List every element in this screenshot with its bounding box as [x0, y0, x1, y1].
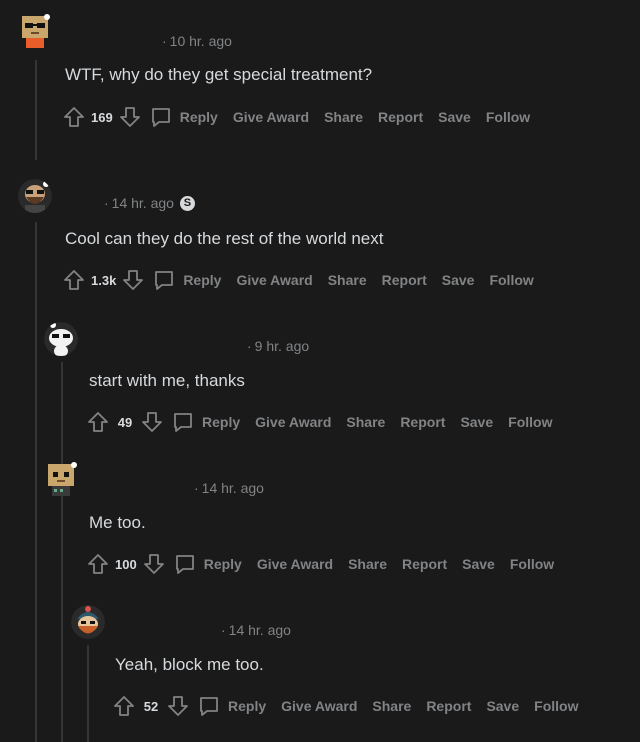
upvote-icon[interactable] [113, 695, 135, 717]
comment-body: Cool can they do the rest of the world n… [65, 229, 384, 248]
share-button[interactable]: Share [372, 698, 411, 714]
comment-body: WTF, why do they get special treatment? [65, 65, 373, 84]
follow-button[interactable]: Follow [486, 109, 530, 125]
comment-meta: 14 hr. ago [194, 480, 264, 496]
timestamp[interactable]: 14 hr. ago [221, 622, 291, 638]
save-button[interactable]: Save [438, 109, 471, 125]
follow-button[interactable]: Follow [534, 698, 578, 714]
comment-meta: 10 hr. ago [162, 33, 232, 49]
give-award-button[interactable]: Give Award [281, 698, 357, 714]
downvote-icon[interactable] [167, 695, 189, 717]
report-button[interactable]: Report [382, 272, 427, 288]
give-award-button[interactable]: Give Award [233, 109, 309, 125]
user-avatar[interactable] [18, 14, 52, 48]
give-award-button[interactable]: Give Award [255, 414, 331, 430]
comment-bubble-icon [151, 108, 170, 127]
comment-actions: 49 Reply Give Award Share Report Save Fo… [87, 410, 567, 434]
reply-button[interactable]: Reply [173, 552, 242, 576]
vote-group: 169 [63, 106, 141, 128]
share-button[interactable]: Share [324, 109, 363, 125]
vote-score: 100 [115, 556, 137, 572]
user-badge[interactable]: S [179, 195, 195, 211]
vote-group: 1.3k [63, 269, 144, 291]
save-button[interactable]: Save [462, 556, 495, 572]
thread-line[interactable] [61, 505, 63, 742]
downvote-icon[interactable] [119, 106, 141, 128]
timestamp[interactable]: 10 hr. ago [162, 33, 232, 49]
box-head-sunglasses-avatar-icon [22, 14, 50, 48]
user-avatar[interactable] [44, 462, 78, 496]
thread-line[interactable] [87, 645, 89, 742]
comment-bubble-icon [175, 555, 194, 574]
reply-label: Reply [202, 414, 241, 430]
share-button[interactable]: Share [348, 556, 387, 572]
bearded-sunglasses-avatar-icon [18, 179, 52, 213]
comment-meta: 14 hr. ago S [104, 195, 195, 211]
beanie-bearded-avatar-icon [71, 605, 105, 639]
vote-score: 49 [117, 414, 133, 430]
reply-button[interactable]: Reply [152, 268, 221, 292]
upvote-icon[interactable] [87, 411, 109, 433]
vote-score: 52 [143, 698, 159, 714]
reply-button[interactable]: Reply [171, 410, 240, 434]
report-button[interactable]: Report [426, 698, 471, 714]
reply-label: Reply [179, 109, 218, 125]
comment-actions: 100 Reply Give Award Share Report Save F… [87, 552, 569, 576]
downvote-icon[interactable] [122, 269, 144, 291]
report-button[interactable]: Report [378, 109, 423, 125]
comment-meta: 14 hr. ago [221, 622, 291, 638]
comment-body: Yeah, block me too. [115, 655, 264, 674]
follow-button[interactable]: Follow [510, 556, 554, 572]
comment-body: Me too. [89, 513, 146, 532]
give-award-button[interactable]: Give Award [257, 556, 333, 572]
thread-line[interactable] [35, 222, 37, 742]
downvote-icon[interactable] [141, 411, 163, 433]
report-button[interactable]: Report [400, 414, 445, 430]
comment-meta: 9 hr. ago [247, 338, 310, 354]
follow-button[interactable]: Follow [508, 414, 552, 430]
user-avatar[interactable] [18, 179, 52, 213]
save-button[interactable]: Save [442, 272, 475, 288]
save-button[interactable]: Save [460, 414, 493, 430]
share-button[interactable]: Share [346, 414, 385, 430]
reply-label: Reply [228, 698, 267, 714]
reply-button[interactable]: Reply [149, 105, 218, 129]
timestamp[interactable]: 14 hr. ago [104, 195, 174, 211]
comment-body: start with me, thanks [89, 371, 245, 390]
reply-label: Reply [183, 272, 222, 288]
upvote-icon[interactable] [63, 269, 85, 291]
vote-group: 49 [87, 411, 163, 433]
reply-label: Reply [203, 556, 242, 572]
user-avatar[interactable] [71, 605, 105, 639]
comment-actions: 169 Reply Give Award Share Report Save F… [63, 105, 545, 129]
comment-bubble-icon [155, 271, 174, 290]
vote-score: 1.3k [91, 272, 117, 288]
follow-button[interactable]: Follow [489, 272, 533, 288]
comment-actions: 52 Reply Give Award Share Report Save Fo… [113, 694, 593, 718]
timestamp[interactable]: 14 hr. ago [194, 480, 264, 496]
upvote-icon[interactable] [87, 553, 109, 575]
report-button[interactable]: Report [402, 556, 447, 572]
share-button[interactable]: Share [328, 272, 367, 288]
snoo-sunglasses-avatar-icon [44, 322, 78, 356]
comment-bubble-icon [174, 413, 192, 432]
comment-actions: 1.3k Reply Give Award Share Report Save … [63, 268, 549, 292]
vote-group: 100 [87, 553, 165, 575]
downvote-icon[interactable] [143, 553, 165, 575]
save-button[interactable]: Save [486, 698, 519, 714]
timestamp[interactable]: 9 hr. ago [247, 338, 310, 354]
upvote-icon[interactable] [63, 106, 85, 128]
comment-bubble-icon [200, 697, 218, 716]
box-head-avatar-icon [48, 462, 77, 496]
give-award-button[interactable]: Give Award [236, 272, 312, 288]
vote-group: 52 [113, 695, 189, 717]
thread-line[interactable] [35, 60, 37, 160]
vote-score: 169 [91, 109, 113, 125]
user-avatar[interactable] [44, 322, 78, 356]
reply-button[interactable]: Reply [197, 694, 266, 718]
